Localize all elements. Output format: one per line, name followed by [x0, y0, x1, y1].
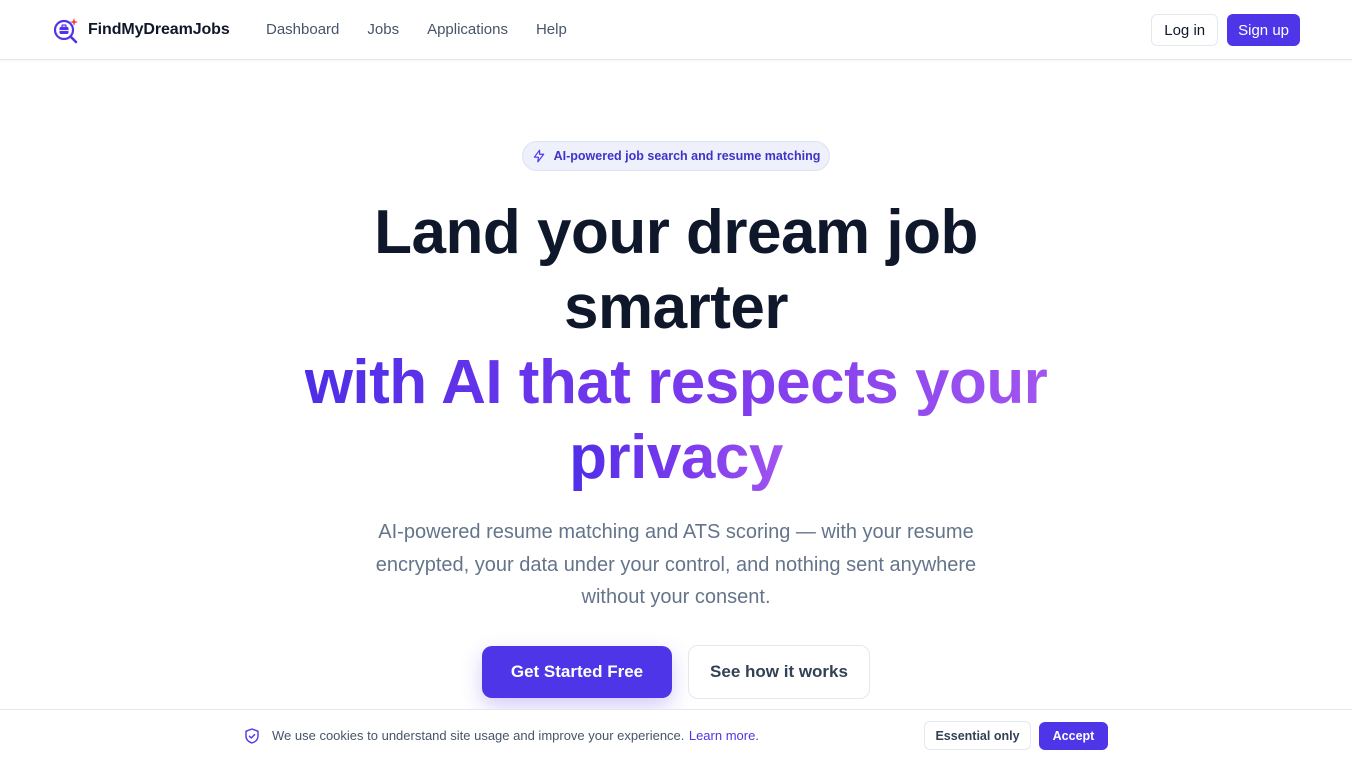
- main-nav: Dashboard Jobs Applications Help: [266, 20, 567, 40]
- signup-button[interactable]: Sign up: [1227, 14, 1300, 46]
- login-button[interactable]: Log in: [1151, 14, 1219, 46]
- shield-check-icon: [245, 728, 259, 744]
- nav-help[interactable]: Help: [536, 20, 567, 40]
- hero-badge-text: AI-powered job search and resume matchin…: [553, 149, 821, 163]
- top-navbar: FindMyDreamJobs Dashboard Jobs Applicati…: [0, 0, 1352, 60]
- hero-cta-row: Get Started Free See how it works: [482, 645, 870, 699]
- get-started-button[interactable]: Get Started Free: [482, 646, 672, 698]
- cookie-banner: We use cookies to understand site usage …: [0, 709, 1352, 760]
- headline-line-1: Land your dream job: [374, 198, 978, 267]
- nav-jobs[interactable]: Jobs: [367, 20, 399, 40]
- essential-only-button[interactable]: Essential only: [924, 721, 1031, 750]
- cookie-actions: Essential only Accept: [924, 721, 1108, 750]
- briefcase-search-icon: [53, 18, 78, 44]
- nav-dashboard[interactable]: Dashboard: [266, 20, 339, 40]
- hero-badge: AI-powered job search and resume matchin…: [522, 141, 830, 171]
- cookie-message-group: We use cookies to understand site usage …: [245, 727, 759, 745]
- see-how-it-works-button[interactable]: See how it works: [688, 645, 870, 699]
- hero-headline: Land your dream job smarter with AI that…: [0, 195, 1352, 495]
- auth-actions: Log in Sign up: [1151, 14, 1300, 46]
- headline-accent-line-1: with AI that respects your: [304, 348, 1048, 417]
- headline-line-2: smarter: [564, 273, 788, 342]
- brand[interactable]: FindMyDreamJobs: [52, 16, 230, 44]
- hero-subtext: AI-powered resume matching and ATS scori…: [375, 521, 977, 608]
- accept-cookies-button[interactable]: Accept: [1039, 722, 1108, 750]
- cookie-learn-more-link[interactable]: Learn more.: [689, 728, 759, 743]
- nav-applications[interactable]: Applications: [427, 20, 508, 40]
- headline-accent-line-2: privacy: [569, 423, 783, 492]
- cookie-message: We use cookies to understand site usage …: [272, 728, 685, 743]
- brand-name: FindMyDreamJobs: [88, 21, 230, 38]
- lightning-icon: [533, 149, 544, 163]
